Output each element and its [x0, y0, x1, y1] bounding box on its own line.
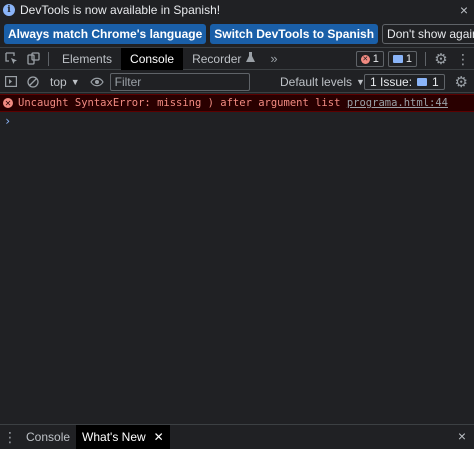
info-icon: i — [3, 4, 15, 16]
drawer-close-icon[interactable]: × — [458, 428, 466, 444]
inspect-element-icon[interactable] — [0, 48, 22, 70]
error-count-badge[interactable]: ✕ 1 — [355, 51, 384, 67]
infobar-message-line: i DevTools is now available in Spanish! — [0, 0, 220, 20]
live-expression-eye-icon[interactable] — [86, 71, 108, 93]
clear-console-icon[interactable] — [22, 71, 44, 93]
settings-gear-icon[interactable]: ⚙ — [430, 48, 452, 70]
close-tab-icon[interactable]: ✕ — [154, 430, 164, 444]
filter-input[interactable]: Filter — [109, 72, 250, 91]
context-label: top — [50, 74, 67, 89]
dont-show-again-button[interactable]: Don't show again — [382, 24, 474, 44]
show-sidebar-icon[interactable] — [0, 71, 22, 93]
chevron-down-icon: ▼ — [70, 76, 80, 87]
toolbar-divider — [48, 51, 49, 66]
error-count: 1 — [372, 53, 379, 65]
issues-label: 1 Issue: — [370, 75, 413, 89]
issues-button[interactable]: 1 Issue: 1 — [364, 74, 445, 90]
console-toolbar: top ▼ Filter Default levels ▼ 1 Issue: 1… — [0, 71, 474, 93]
context-selector[interactable]: top ▼ — [44, 75, 86, 89]
switch-to-spanish-button[interactable]: Switch DevTools to Spanish — [210, 24, 379, 44]
tab-recorder[interactable]: Recorder — [183, 48, 264, 70]
main-tabbar: Elements Console Recorder » ✕ 1 1 ⚙ ⋮ — [0, 47, 474, 70]
issue-icon — [417, 78, 428, 86]
console-prompt[interactable]: › — [4, 114, 11, 128]
drawer-tabbar: ⋮ Console What's New ✕ × — [0, 424, 474, 449]
log-levels-dropdown[interactable]: Default levels ▼ — [280, 71, 365, 93]
tab-elements[interactable]: Elements — [53, 48, 121, 70]
flask-icon — [246, 51, 256, 66]
match-chrome-language-button[interactable]: Always match Chrome's language — [4, 24, 207, 44]
issues-count: 1 — [432, 75, 439, 89]
language-infobar: i DevTools is now available in Spanish! … — [0, 0, 474, 48]
message-count-badge[interactable]: 1 — [387, 51, 417, 67]
console-settings-gear-icon[interactable]: ⚙ — [455, 71, 468, 93]
tab-recorder-label: Recorder — [192, 51, 242, 66]
drawer-menu-icon[interactable]: ⋮ — [0, 429, 20, 446]
error-source-link[interactable]: programa.html:44 — [347, 97, 448, 109]
more-tabs-icon[interactable]: » — [264, 51, 283, 66]
log-levels-label: Default levels — [280, 75, 353, 89]
more-options-icon[interactable]: ⋮ — [452, 48, 474, 70]
drawer-tab-whats-new[interactable]: What's New ✕ — [76, 425, 170, 449]
infobar-buttons: Always match Chrome's language Switch De… — [4, 24, 474, 44]
error-icon: ✕ — [3, 98, 13, 108]
device-toolbar-icon[interactable] — [22, 48, 44, 70]
toolbar-divider — [425, 52, 426, 66]
drawer-tab-console[interactable]: Console — [20, 425, 76, 449]
drawer-tab-whats-new-label: What's New — [82, 430, 146, 444]
tabbar-right: ✕ 1 1 ⚙ ⋮ — [355, 48, 474, 70]
error-message: Uncaught SyntaxError: missing ) after ar… — [18, 97, 341, 109]
infobar-message: DevTools is now available in Spanish! — [20, 3, 221, 17]
console-error-row: ✕ Uncaught SyntaxError: missing ) after … — [0, 94, 474, 112]
infobar-close-icon[interactable]: × — [460, 2, 468, 18]
message-count: 1 — [405, 53, 412, 65]
error-icon: ✕ — [360, 54, 370, 64]
tab-console[interactable]: Console — [121, 47, 184, 70]
message-icon — [392, 55, 403, 63]
